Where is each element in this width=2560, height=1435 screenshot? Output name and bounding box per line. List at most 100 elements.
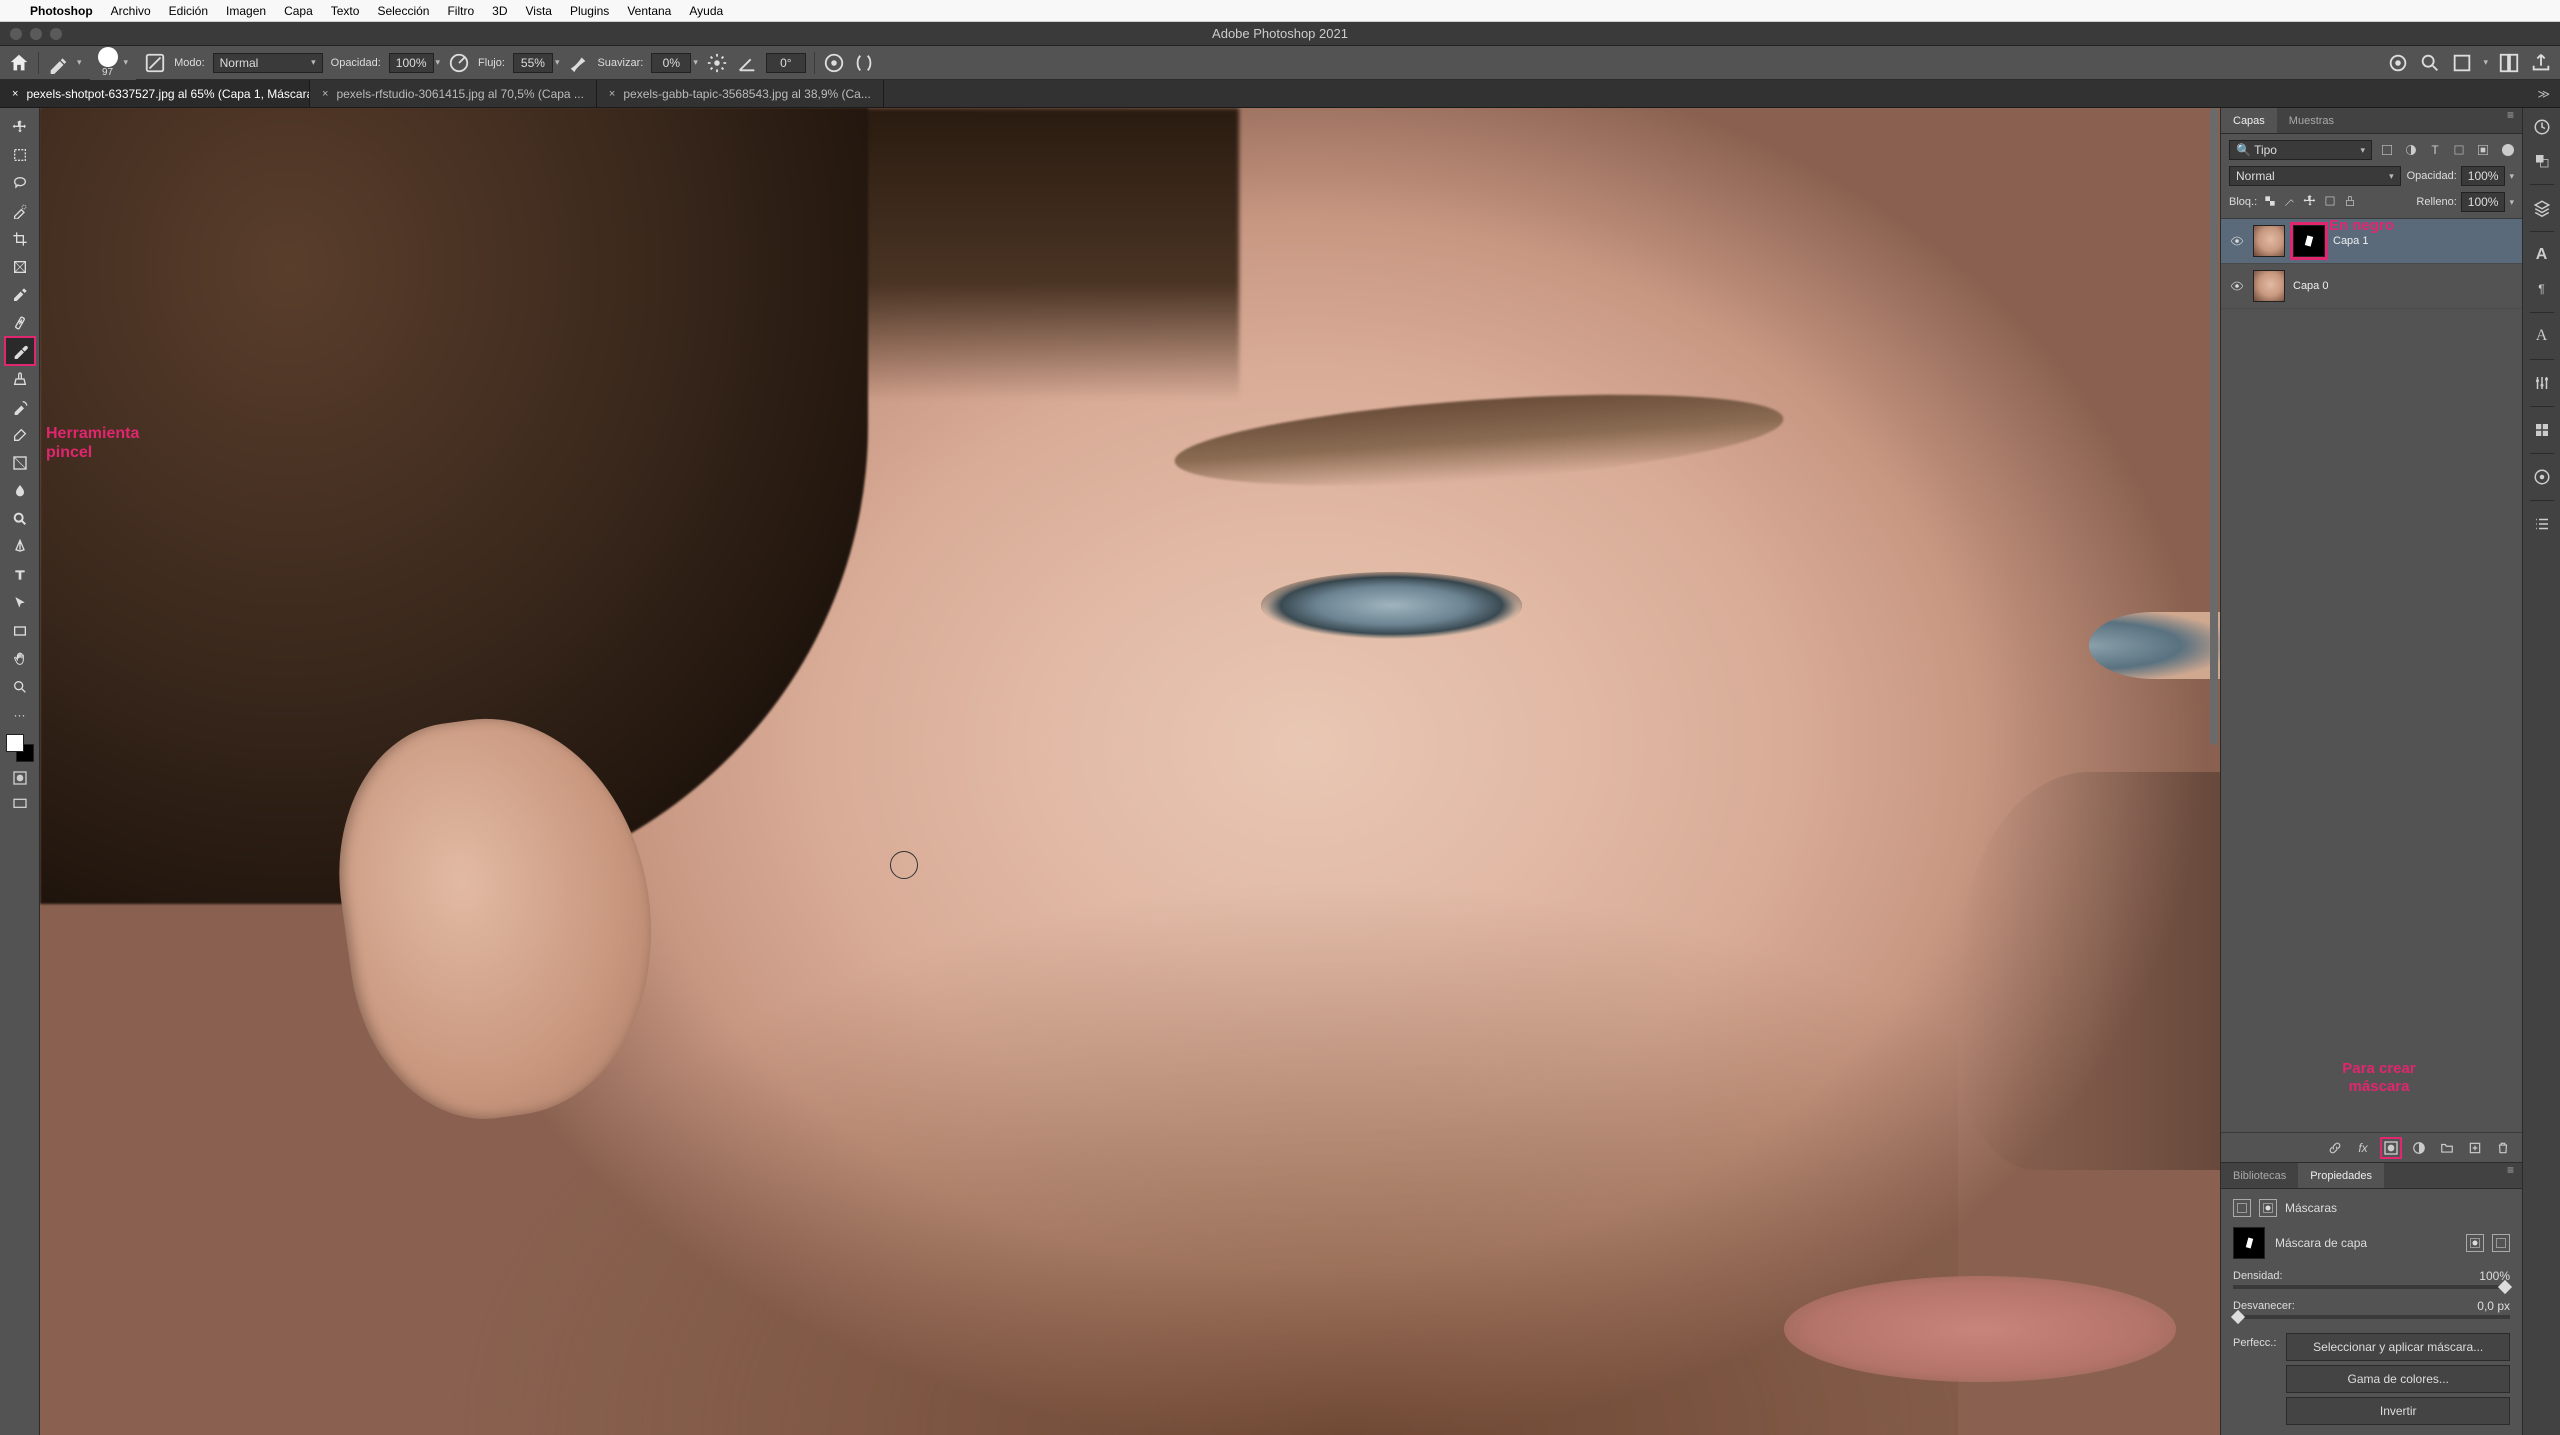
- menu-capa[interactable]: Capa: [284, 4, 313, 18]
- brush-settings-toggle[interactable]: [144, 52, 166, 74]
- tab-properties[interactable]: Propiedades: [2298, 1163, 2384, 1188]
- menu-ventana[interactable]: Ventana: [627, 4, 671, 18]
- layer-name[interactable]: Capa 0: [2293, 280, 2328, 292]
- chevron-down-icon[interactable]: ▾: [436, 57, 441, 68]
- styles-panel-icon[interactable]: [2529, 417, 2555, 443]
- tab-overflow-button[interactable]: ≫: [2527, 80, 2560, 107]
- smoothing-options-button[interactable]: [706, 52, 728, 74]
- chevron-down-icon[interactable]: ▾: [693, 57, 698, 68]
- panel-menu-icon[interactable]: ≡: [2499, 108, 2522, 133]
- app-menu[interactable]: Photoshop: [30, 4, 93, 18]
- opacity-pressure-toggle[interactable]: [448, 52, 470, 74]
- new-layer-icon[interactable]: [2466, 1139, 2484, 1157]
- gradient-tool[interactable]: [6, 450, 34, 476]
- menu-edicion[interactable]: Edición: [169, 4, 208, 18]
- menu-filtro[interactable]: Filtro: [447, 4, 474, 18]
- type-tool[interactable]: [6, 562, 34, 588]
- layer-thumbnail[interactable]: [2253, 270, 2285, 302]
- navigator-panel-icon[interactable]: [2529, 464, 2555, 490]
- layer-blend-mode-dropdown[interactable]: Normal ▾: [2229, 166, 2401, 186]
- menu-texto[interactable]: Texto: [331, 4, 360, 18]
- filter-shape-icon[interactable]: [2450, 141, 2468, 159]
- dodge-tool[interactable]: [6, 506, 34, 532]
- history-brush-tool[interactable]: [6, 394, 34, 420]
- layer-opacity-input[interactable]: 100%: [2461, 166, 2506, 186]
- blur-tool[interactable]: [6, 478, 34, 504]
- close-tab-icon[interactable]: ×: [609, 88, 615, 100]
- tab-layers[interactable]: Capas: [2221, 108, 2277, 133]
- layer-name[interactable]: Capa 1: [2333, 235, 2368, 247]
- menu-ayuda[interactable]: Ayuda: [689, 4, 723, 18]
- cloud-docs-icon[interactable]: [2387, 52, 2409, 74]
- document-tab[interactable]: × pexels-shotpot-6337527.jpg al 65% (Cap…: [0, 80, 310, 107]
- eraser-tool[interactable]: [6, 422, 34, 448]
- opacity-input[interactable]: 100%: [389, 53, 434, 73]
- quick-mask-toggle[interactable]: [8, 768, 32, 788]
- adjustment-layer-icon[interactable]: [2410, 1139, 2428, 1157]
- share-icon[interactable]: [2530, 52, 2552, 74]
- close-tab-icon[interactable]: ×: [12, 88, 18, 100]
- filter-smart-icon[interactable]: [2474, 141, 2492, 159]
- chevron-down-icon[interactable]: ▾: [2509, 171, 2514, 182]
- chevron-down-icon[interactable]: ▾: [2483, 57, 2488, 68]
- layer-mask-thumbnail[interactable]: [2293, 225, 2325, 257]
- close-window-button[interactable]: [10, 28, 22, 40]
- panel-menu-icon[interactable]: ≡: [2499, 1163, 2522, 1188]
- eyedropper-tool[interactable]: [6, 282, 34, 308]
- canvas[interactable]: [40, 108, 2220, 1435]
- minimize-window-button[interactable]: [30, 28, 42, 40]
- layer-row[interactable]: Capa 0: [2221, 264, 2522, 309]
- lock-transparency-icon[interactable]: [2263, 194, 2277, 211]
- filter-type-icon[interactable]: T: [2426, 141, 2444, 159]
- tab-libraries[interactable]: Bibliotecas: [2221, 1163, 2298, 1188]
- menu-archivo[interactable]: Archivo: [111, 4, 151, 18]
- airbrush-toggle[interactable]: [567, 52, 589, 74]
- menu-vista[interactable]: Vista: [525, 4, 551, 18]
- lock-image-icon[interactable]: [2283, 194, 2297, 211]
- lasso-tool[interactable]: [6, 170, 34, 196]
- marquee-tool[interactable]: [6, 142, 34, 168]
- flow-input[interactable]: 55%: [513, 53, 553, 73]
- actions-panel-icon[interactable]: [2529, 511, 2555, 537]
- brush-preset-picker[interactable]: 97 ▾: [90, 45, 137, 80]
- paragraph-panel-icon[interactable]: ¶: [2529, 276, 2555, 302]
- crop-tool[interactable]: [6, 226, 34, 252]
- smooth-input[interactable]: 0%: [651, 53, 691, 73]
- color-swatches[interactable]: [6, 734, 34, 762]
- menu-imagen[interactable]: Imagen: [226, 4, 266, 18]
- lock-artboard-icon[interactable]: [2323, 194, 2337, 211]
- layer-thumbnail[interactable]: [2253, 225, 2285, 257]
- mask-preview[interactable]: [2233, 1227, 2265, 1259]
- delete-layer-icon[interactable]: [2494, 1139, 2512, 1157]
- tool-preset-picker[interactable]: [47, 52, 69, 74]
- chevron-down-icon[interactable]: ▾: [77, 57, 82, 68]
- rectangle-tool[interactable]: [6, 618, 34, 644]
- brush-tool[interactable]: [6, 338, 34, 364]
- blend-mode-dropdown[interactable]: Normal ▾: [213, 53, 323, 73]
- size-pressure-toggle[interactable]: [823, 52, 845, 74]
- tab-swatches[interactable]: Muestras: [2277, 108, 2346, 133]
- workspace-switcher-icon[interactable]: [2498, 52, 2520, 74]
- density-slider[interactable]: [2233, 1285, 2510, 1289]
- home-button[interactable]: [8, 52, 30, 74]
- layer-filter-type[interactable]: 🔍 Tipo ▾: [2229, 140, 2372, 160]
- character-panel-icon[interactable]: A: [2529, 242, 2555, 268]
- lock-position-icon[interactable]: [2303, 194, 2317, 211]
- new-group-icon[interactable]: [2438, 1139, 2456, 1157]
- add-mask-icon[interactable]: [2382, 1139, 2400, 1157]
- screen-mode-toggle[interactable]: [8, 794, 32, 814]
- glyphs-panel-icon[interactable]: A: [2529, 323, 2555, 349]
- filter-adjustment-icon[interactable]: [2402, 141, 2420, 159]
- healing-brush-tool[interactable]: [6, 310, 34, 336]
- path-select-tool[interactable]: [6, 590, 34, 616]
- lock-all-icon[interactable]: [2343, 194, 2357, 211]
- visibility-toggle[interactable]: [2229, 278, 2245, 294]
- menu-seleccion[interactable]: Selección: [377, 4, 429, 18]
- document-tab[interactable]: × pexels-gabb-tapic-3568543.jpg al 38,9%…: [597, 80, 884, 107]
- zoom-tool[interactable]: [6, 674, 34, 700]
- color-range-button[interactable]: Gama de colores...: [2286, 1365, 2510, 1393]
- color-panel-icon[interactable]: [2529, 148, 2555, 174]
- feather-value[interactable]: 0,0 px: [2477, 1299, 2510, 1313]
- menu-3d[interactable]: 3D: [492, 4, 507, 18]
- zoom-window-button[interactable]: [50, 28, 62, 40]
